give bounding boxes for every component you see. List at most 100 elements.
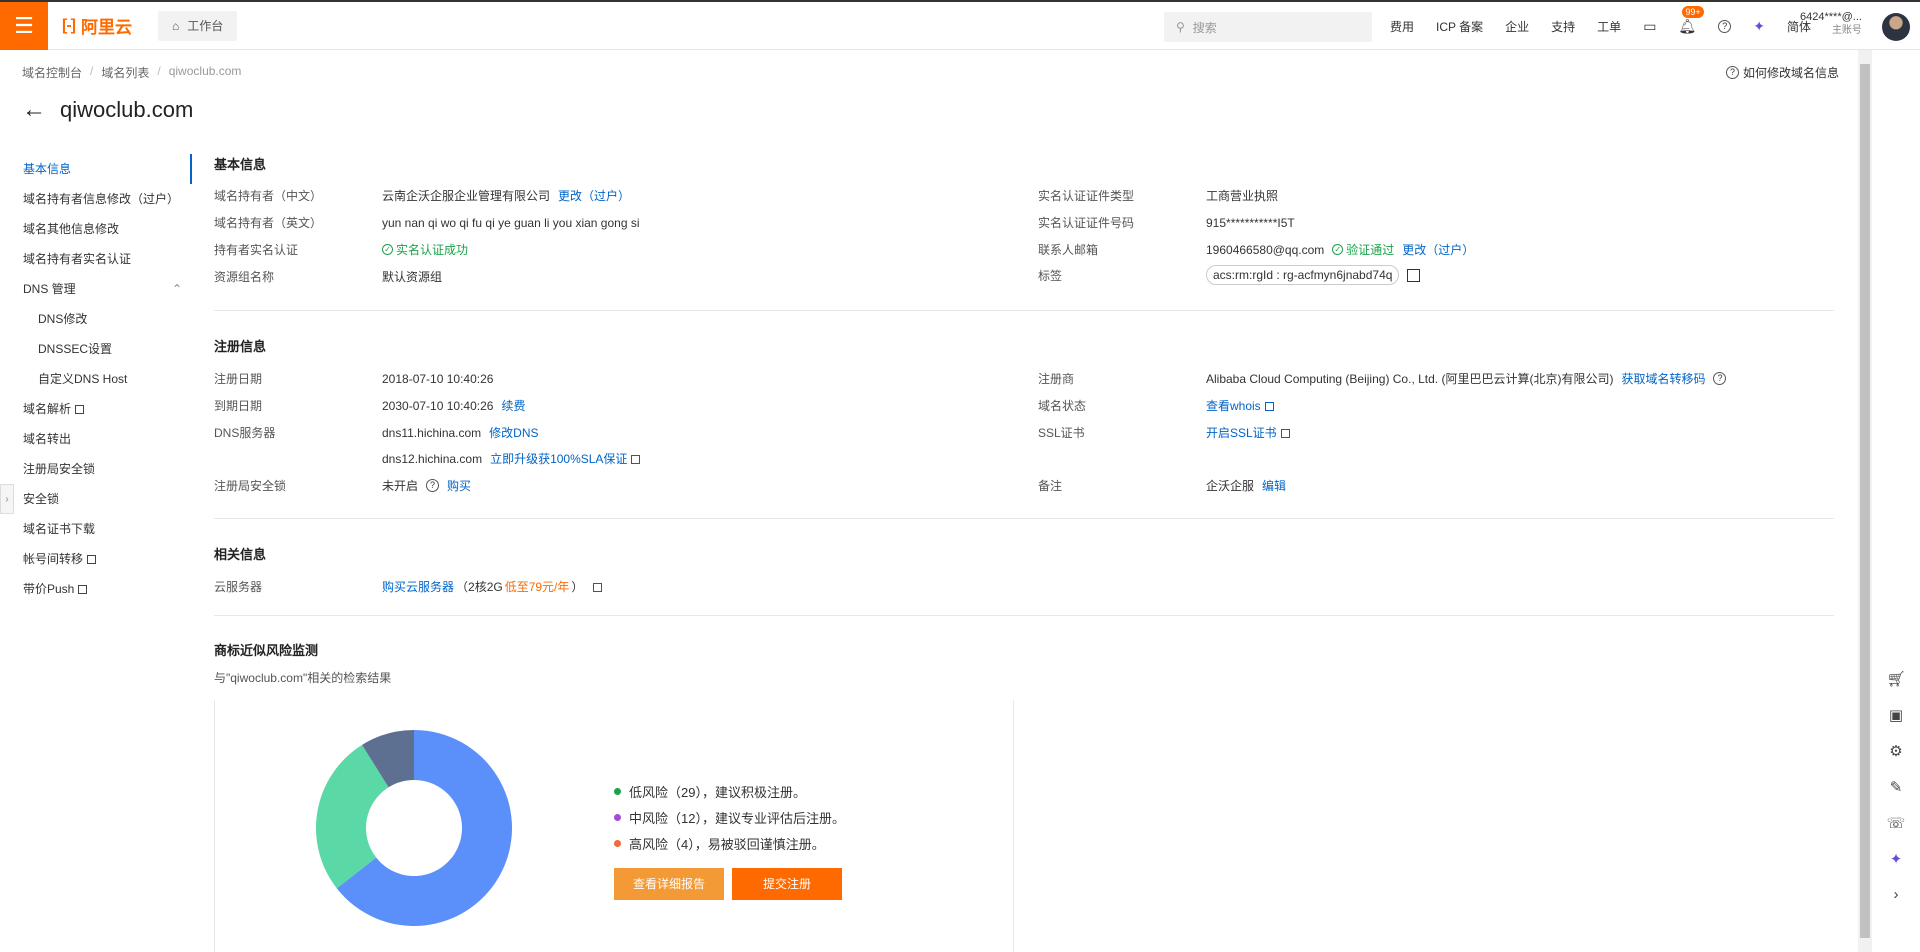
view-report-button[interactable]: 查看详细报告 (614, 868, 724, 900)
check-circle-icon: ✓ (1332, 244, 1344, 255)
right-tool-rail: 🛒︎ ▣ ⚙ ✎ ☏ ✦ › (1876, 670, 1916, 903)
basic-info-section: 基本信息 (214, 154, 1834, 173)
settings-icon[interactable]: ⚙ (1889, 742, 1902, 760)
cert-no-row: 实名认证证件号码 915***********I5T (1038, 215, 1295, 231)
divider (214, 615, 1834, 616)
nav-icp[interactable]: ICP 备案 (1436, 18, 1483, 35)
sidenav-realname[interactable]: 域名持有者实名认证 (0, 244, 192, 274)
legend-item-mid: 中风险（12），建议专业评估后注册。 (614, 804, 845, 830)
sidenav-resolve[interactable]: 域名解析 (0, 394, 192, 424)
sidenav-account-transfer[interactable]: 帐号间转移 (0, 544, 192, 574)
modify-dns-link[interactable]: 修改DNS (489, 424, 538, 441)
purple-dot-icon (614, 813, 621, 821)
sidenav-holder-change[interactable]: 域名持有者信息修改（过户） (0, 184, 192, 214)
ai-assistant-icon[interactable]: ✦ (1753, 18, 1765, 35)
notification-badge: 99+ (1682, 5, 1704, 18)
search-icon: ⚲ (1176, 20, 1185, 34)
scrollbar-thumb[interactable] (1860, 64, 1870, 938)
back-arrow-icon[interactable]: ← (22, 96, 46, 124)
change-holder-link[interactable]: 更改（过户） (558, 187, 630, 204)
nav-enterprise[interactable]: 企业 (1505, 18, 1529, 35)
sidenav-cert-download[interactable]: 域名证书下载 (0, 514, 192, 544)
registry-lock-row: 注册局安全锁 未开启? 购买 (214, 477, 472, 494)
sidenav-dnssec[interactable]: DNSSEC设置 (0, 334, 192, 364)
register-info-section: 注册信息 (214, 336, 1834, 355)
note-row: 备注 企沃企服 编辑 (1038, 477, 1287, 494)
question-icon[interactable]: ? (1713, 372, 1727, 385)
headset-icon[interactable]: ☏ (1887, 814, 1906, 832)
risk-legend: 低风险（29），建议积极注册。 中风险（12），建议专业评估后注册。 高风险（4… (614, 778, 845, 856)
external-link-icon (1280, 429, 1290, 438)
terminal-icon[interactable]: ▭ (1643, 18, 1656, 35)
submit-register-button[interactable]: 提交注册 (732, 868, 842, 900)
hamburger-menu-icon[interactable]: ☰ (0, 1, 48, 50)
legend-item-high: 高风险（4），易被驳回谨慎注册。 (614, 830, 845, 856)
section-title: 注册信息 (214, 339, 267, 354)
chevron-right-icon[interactable]: › (1894, 886, 1899, 903)
nav-support[interactable]: 支持 (1551, 18, 1575, 35)
section-title: 相关信息 (214, 547, 267, 562)
question-icon: ? (1726, 66, 1739, 79)
help-link[interactable]: ? 如何修改域名信息 (1726, 64, 1839, 81)
external-link-icon (631, 455, 641, 464)
registrar-row: 注册商 Alibaba Cloud Computing (Beijing) Co… (1038, 370, 1727, 387)
upgrade-sla-link[interactable]: 立即升级获100%SLA保证 (490, 450, 641, 467)
buy-ecs-link[interactable]: 购买云服务器 (382, 578, 454, 595)
breadcrumb-current: qiwoclub.com (168, 64, 242, 78)
whois-link[interactable]: 查看whois (1206, 397, 1274, 414)
risk-subtitle: 与"qiwoclub.com"相关的检索结果 (214, 671, 392, 685)
nav-cost[interactable]: 费用 (1390, 18, 1414, 35)
collapse-sidebar-button[interactable]: › (0, 484, 14, 514)
resource-tag: acs:rm:rgId : rg-acfmyn6jnabd74q (1206, 265, 1400, 285)
edit-icon[interactable]: ✎ (1890, 778, 1903, 796)
section-title: 商标近似风险监测 (214, 643, 319, 658)
related-info-section: 相关信息 (214, 544, 1834, 563)
green-dot-icon (614, 787, 621, 795)
edit-note-link[interactable]: 编辑 (1262, 477, 1286, 494)
domain-status-row: 域名状态 查看whois (1038, 397, 1274, 414)
scrollbar[interactable] (1858, 50, 1872, 952)
nav-ticket[interactable]: 工单 (1597, 18, 1621, 35)
holder-en-row: 域名持有者（英文） yun nan qi wo qi fu qi ye guan… (214, 215, 640, 231)
holder-cn-row: 域名持有者（中文） 云南企沃企服企业管理有限公司 更改（过户） (214, 187, 631, 204)
search-input[interactable]: ⚲ 搜索 (1164, 12, 1372, 42)
external-link-icon[interactable] (593, 583, 603, 592)
page-title: ← qiwoclub.com (22, 96, 194, 124)
sidenav-transfer-out[interactable]: 域名转出 (0, 424, 192, 454)
help-icon[interactable]: ? (1718, 19, 1732, 33)
sidenav-registry-lock[interactable]: 注册局安全锁 (0, 454, 192, 484)
bell-icon[interactable]: 🔔︎ 99+ (1678, 5, 1704, 35)
buy-lock-link[interactable]: 购买 (447, 477, 471, 494)
breadcrumb-domain-list[interactable]: 域名列表 (101, 64, 149, 81)
ssl-link[interactable]: 开启SSL证书 (1206, 424, 1290, 441)
sidenav-security-lock[interactable]: 安全锁 (0, 484, 192, 514)
check-circle-icon: ✓ (382, 244, 393, 255)
ai-star-icon[interactable]: ✦ (1890, 850, 1903, 868)
risk-donut-chart (316, 730, 512, 926)
transfer-code-link[interactable]: 获取域名转移码 (1621, 370, 1705, 387)
cart-icon[interactable]: 🛒︎ (1886, 670, 1905, 688)
dns-row: DNS服务器 dns11.hichina.com 修改DNS (214, 424, 539, 441)
avatar[interactable] (1882, 13, 1910, 41)
edit-icon[interactable] (1407, 268, 1421, 282)
breadcrumb: 域名控制台 / 域名列表 / qiwoclub.com (22, 64, 242, 81)
account-info[interactable]: 6424****@... 主账号 (1800, 10, 1862, 38)
ssl-row: SSL证书 开启SSL证书 (1038, 424, 1290, 441)
sidenav-dns-host[interactable]: 自定义DNS Host (0, 364, 192, 394)
app-icon[interactable]: ▣ (1889, 706, 1903, 724)
question-icon[interactable]: ? (426, 479, 440, 492)
top-nav: 费用 ICP 备案 企业 支持 工单 ▭ 🔔︎ 99+ ? ✦ 简体 (1390, 2, 1811, 50)
sidenav-basic-info[interactable]: 基本信息 (0, 154, 192, 184)
sidenav-dns-modify[interactable]: DNS修改 (0, 304, 192, 334)
breadcrumb-domain-console[interactable]: 域名控制台 (22, 64, 82, 81)
sidenav-dns-manage[interactable]: DNS 管理 ⌃ (0, 274, 192, 304)
external-link-icon (78, 585, 88, 594)
sidenav-price-push[interactable]: 带价Push (0, 574, 192, 604)
external-link-icon (1264, 402, 1274, 411)
realname-row: 持有者实名认证 ✓ 实名认证成功 (214, 243, 469, 257)
change-email-link[interactable]: 更改（过户） (1402, 241, 1474, 258)
sidenav-other-info[interactable]: 域名其他信息修改 (0, 214, 192, 244)
aliyun-logo[interactable]: [-] 阿里云 (62, 13, 132, 38)
workspace-button[interactable]: ⌂ 工作台 (157, 10, 238, 41)
renew-link[interactable]: 续费 (501, 397, 525, 414)
